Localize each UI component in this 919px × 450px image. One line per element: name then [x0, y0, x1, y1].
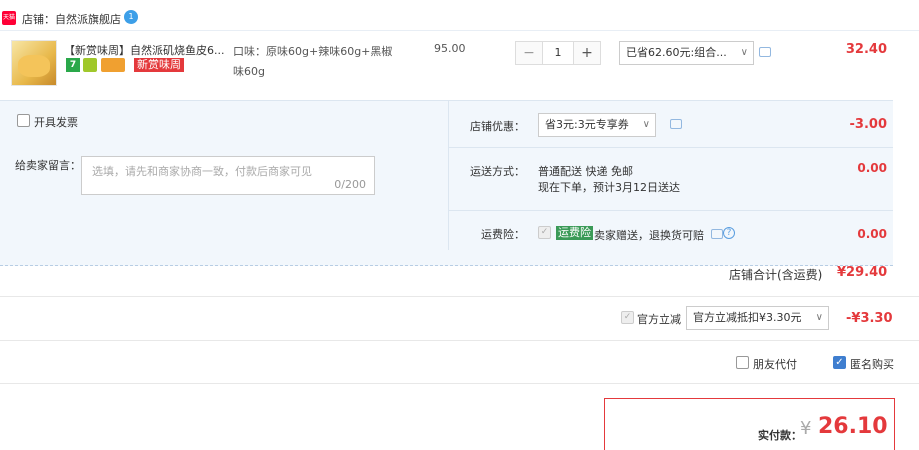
anonymous-label: 匿名购买 — [850, 358, 894, 371]
chevron-down-icon: ∨ — [642, 119, 650, 130]
message-char-count: 0/200 — [334, 178, 366, 191]
shipping-eta: 现在下单，预计3月12日送达 — [538, 181, 680, 194]
insurance-tag: 运费险 — [556, 226, 593, 240]
promo-dropdown[interactable]: 已省62.60元:组合... ∨ — [619, 41, 754, 65]
qty-plus-button[interactable]: + — [574, 42, 600, 64]
official-discount-amount: -¥3.30 — [846, 311, 893, 326]
qty-input[interactable]: 1 — [542, 42, 574, 64]
official-discount-checkbox: ✓ — [621, 311, 634, 324]
item-subtotal: 32.40 — [845, 42, 887, 57]
qty-minus-button[interactable]: − — [516, 42, 542, 64]
chat-icon[interactable] — [711, 229, 723, 239]
shipping-amount: 0.00 — [857, 161, 887, 175]
service-badge-icon — [83, 58, 97, 72]
coupon-dropdown[interactable]: 省3元:3元专享券 ∨ — [538, 113, 656, 137]
currency-symbol: ¥ — [800, 418, 812, 439]
payment-label: 实付款： — [758, 429, 802, 442]
coupon-dropdown-value: 省3元:3元专享券 — [545, 118, 629, 131]
seven-day-return-icon: 7 — [66, 58, 80, 72]
message-placeholder: 选填，请先和商家协商一致，付款后商家可见 — [92, 165, 312, 178]
official-discount-label: 官方立减 — [637, 313, 681, 326]
product-title-link[interactable]: 【新赏味周】自然派矶烧鱼皮6... — [64, 42, 225, 58]
panel-divider — [449, 210, 893, 211]
invoice-label: 开具发票 — [34, 116, 78, 129]
insurance-desc: 卖家赠送，退换货可赔 — [594, 229, 704, 242]
insurance-label: 运费险： — [481, 228, 525, 241]
row-divider — [0, 296, 919, 297]
friend-pay-checkbox[interactable] — [736, 356, 749, 369]
store-badge-icon[interactable]: 1 — [124, 10, 138, 24]
shipping-method: 普通配送 快递 免邮 — [538, 165, 633, 178]
anonymous-checkbox[interactable]: ✓ — [833, 356, 846, 369]
official-discount-value: 官方立减抵扣¥3.30元 — [693, 311, 802, 324]
friend-pay-label: 朋友代付 — [753, 358, 797, 371]
invoice-checkbox[interactable] — [17, 114, 30, 127]
chat-icon[interactable] — [670, 119, 682, 129]
credit-card-icon — [101, 58, 125, 72]
message-label: 给卖家留言： — [15, 159, 81, 172]
product-spec: 口味：原味60g+辣味60g+黑椒味60g — [233, 45, 393, 78]
store-total-label: 店铺合计(含运费) — [729, 268, 823, 282]
promo-tag: 新赏味周 — [134, 58, 184, 72]
official-discount-dropdown[interactable]: 官方立减抵扣¥3.30元 ∨ — [686, 306, 829, 330]
panel-divider — [449, 147, 893, 148]
insurance-amount: 0.00 — [857, 227, 887, 241]
help-icon[interactable]: ? — [723, 227, 735, 239]
store-total-amount: ¥29.40 — [837, 265, 888, 280]
store-name-link[interactable]: 店铺：自然派旗舰店 — [22, 11, 121, 27]
shipping-label: 运送方式： — [470, 165, 525, 178]
chat-icon[interactable] — [759, 47, 771, 57]
chevron-down-icon: ∨ — [815, 312, 823, 323]
store-discount-label: 店铺优惠： — [470, 120, 525, 133]
row-divider — [0, 340, 919, 341]
panel-divider — [448, 100, 449, 250]
insurance-checkbox: ✓ — [538, 226, 551, 239]
message-textarea[interactable]: 选填，请先和商家协商一致，付款后商家可见 0/200 — [81, 156, 375, 195]
promo-dropdown-value: 已省62.60元:组合... — [626, 46, 727, 59]
discount-amount: -3.00 — [849, 117, 887, 132]
row-divider — [0, 383, 919, 384]
payment-amount: 26.10 — [818, 414, 888, 439]
product-thumbnail[interactable] — [11, 40, 57, 86]
quantity-stepper: − 1 + — [515, 41, 601, 65]
unit-price: 95.00 — [434, 42, 466, 55]
chevron-down-icon: ∨ — [740, 47, 748, 58]
tmall-logo-icon: 天猫 — [2, 11, 16, 25]
